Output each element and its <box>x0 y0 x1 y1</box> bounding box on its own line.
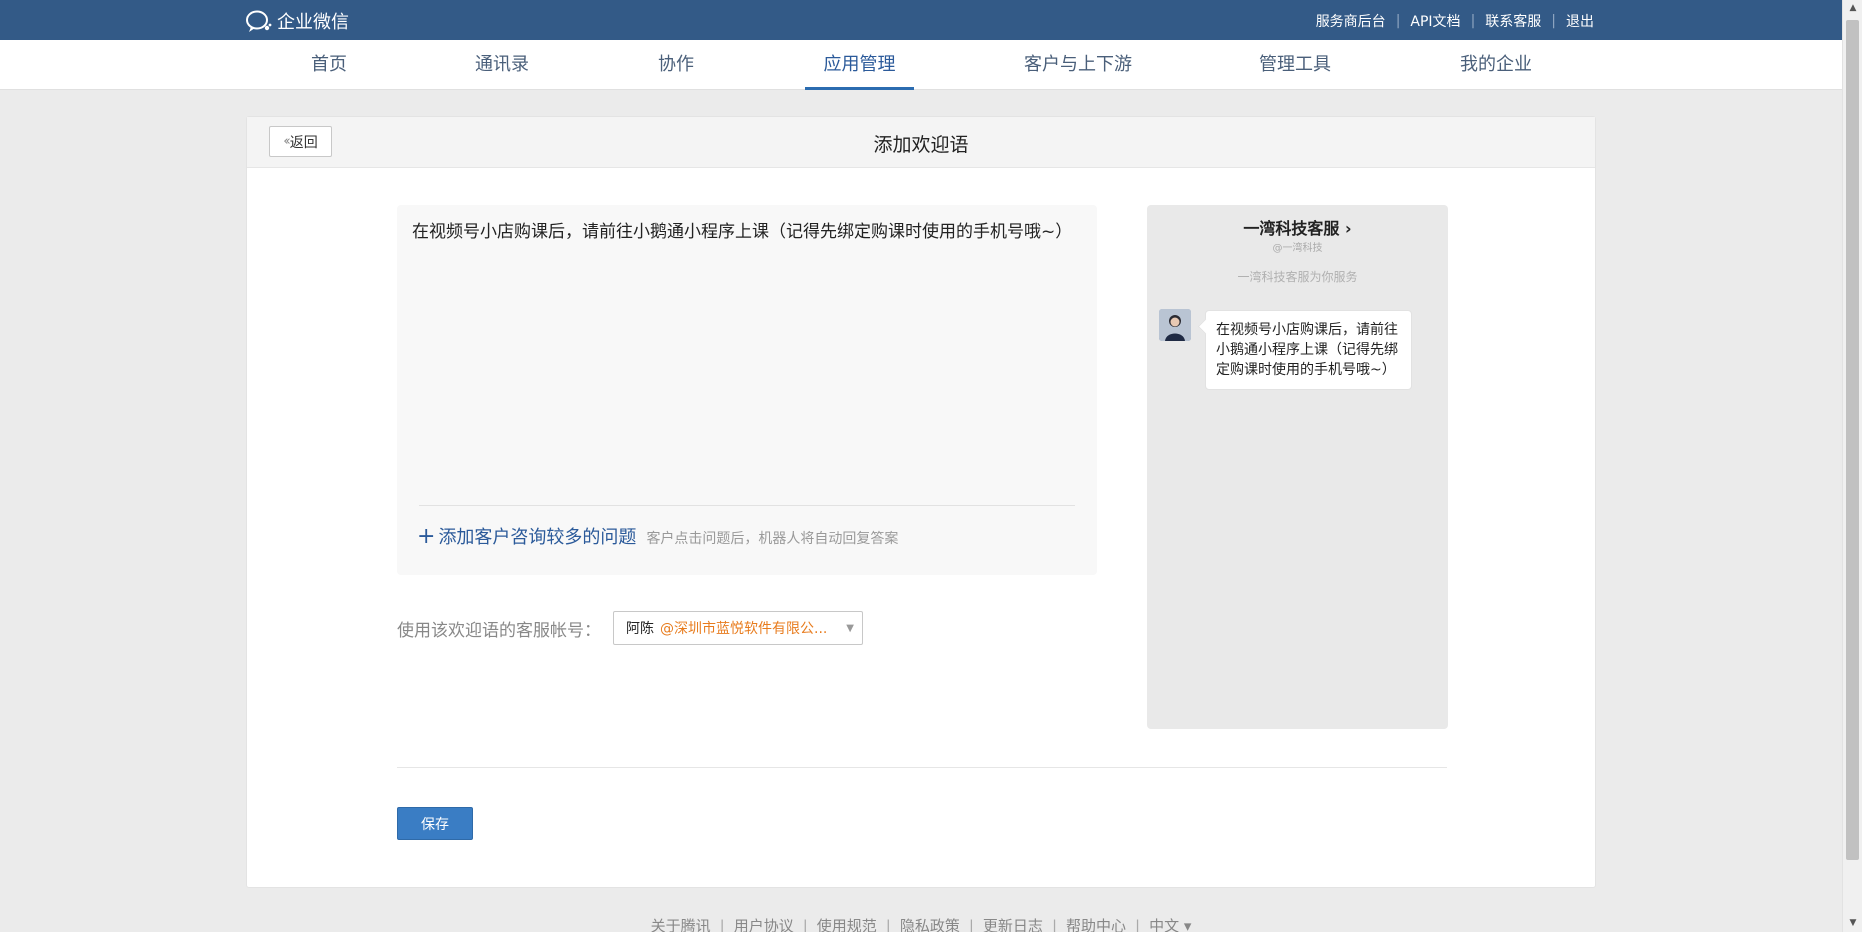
separator: | <box>1051 917 1057 932</box>
separator: | <box>1470 13 1476 29</box>
welcome-message-text[interactable]: 在视频号小店购课后，请前往小鹅通小程序上课（记得先绑定购课时使用的手机号哦~） <box>412 219 1072 245</box>
scroll-down-icon[interactable]: ▼ <box>1843 915 1862 932</box>
footer-link-changelog[interactable]: 更新日志 <box>983 917 1043 932</box>
card-header: ‹‹ 返回 添加欢迎语 <box>247 117 1595 168</box>
add-faq-hint: 客户点击问题后，机器人将自动回复答案 <box>646 531 899 547</box>
footer: 关于腾讯 | 用户协议 | 使用规范 | 隐私政策 | 更新日志 | 帮助中心 | 中文 ▾ <box>0 915 1842 932</box>
plus-icon: + <box>417 524 436 549</box>
service-account-select[interactable]: 阿陈 @深圳市蓝悦软件有限公... ▼ <box>613 611 863 645</box>
separator: | <box>885 917 891 932</box>
welcome-message-editor[interactable]: 在视频号小店购课后，请前往小鹅通小程序上课（记得先绑定购课时使用的手机号哦~） … <box>397 205 1097 575</box>
preview-desc: 一湾科技客服为你服务 <box>1237 270 1358 284</box>
nav-collaboration[interactable]: 协作 <box>646 40 706 90</box>
main-nav: 首页 通讯录 协作 应用管理 客户与上下游 管理工具 我的企业 <box>0 40 1842 90</box>
footer-link-usage-rules[interactable]: 使用规范 <box>817 917 877 932</box>
top-links: 服务商后台 | API文档 | 联系客服 | 退出 <box>1316 11 1594 31</box>
language-select[interactable]: 中文 ▾ <box>1149 917 1191 932</box>
logo[interactable]: 企业微信 <box>245 8 349 34</box>
footer-link-privacy[interactable]: 隐私政策 <box>900 917 960 932</box>
nav-app-management[interactable]: 应用管理 <box>805 40 914 90</box>
add-faq-row: + 添加客户咨询较多的问题 客户点击问题后，机器人将自动回复答案 <box>417 523 898 549</box>
wecom-logo-icon <box>246 10 272 32</box>
person-avatar-icon <box>1159 309 1191 341</box>
service-account-row: 使用该欢迎语的客服帐号： 阿陈 @深圳市蓝悦软件有限公... ▼ <box>397 611 863 645</box>
page-title: 添加欢迎语 <box>873 134 969 156</box>
api-docs-link[interactable]: API文档 <box>1410 11 1460 31</box>
nav-contacts[interactable]: 通讯录 <box>464 40 540 90</box>
footer-link-about[interactable]: 关于腾讯 <box>651 917 711 932</box>
service-account-label: 使用该欢迎语的客服帐号： <box>397 620 601 641</box>
footer-link-user-agreement[interactable]: 用户协议 <box>734 917 794 932</box>
separator: | <box>1395 13 1401 29</box>
separator: | <box>719 917 725 932</box>
caret-down-icon: ▼ <box>846 622 854 634</box>
separator: | <box>802 917 808 932</box>
divider <box>419 505 1075 506</box>
welcome-message-card: ‹‹ 返回 添加欢迎语 在视频号小店购课后，请前往小鹅通小程序上课（记得先绑定购… <box>246 116 1596 888</box>
add-faq-label: 添加客户咨询较多的问题 <box>438 527 637 548</box>
scroll-thumb[interactable] <box>1846 20 1859 860</box>
logout-link[interactable]: 退出 <box>1566 11 1594 31</box>
preview-corp: @一湾科技 <box>1272 243 1323 254</box>
account-org: @深圳市蓝悦软件有限公... <box>660 621 828 637</box>
top-bar: 企业微信 服务商后台 | API文档 | 联系客服 | 退出 <box>0 0 1842 40</box>
preview-service-name: 一湾科技客服 › <box>1243 219 1352 238</box>
separator: | <box>968 917 974 932</box>
account-name: 阿陈 <box>626 621 654 637</box>
nav-home[interactable]: 首页 <box>300 40 358 90</box>
logo-text: 企业微信 <box>277 12 349 33</box>
divider <box>397 767 1447 768</box>
nav-customers[interactable]: 客户与上下游 <box>1018 40 1138 90</box>
phone-preview: 一湾科技客服 › @一湾科技 一湾科技客服为你服务 在视频号小店购课后，请前往小… <box>1147 205 1448 729</box>
service-backend-link[interactable]: 服务商后台 <box>1316 11 1386 31</box>
footer-link-help[interactable]: 帮助中心 <box>1066 917 1126 932</box>
contact-support-link[interactable]: 联系客服 <box>1485 11 1541 31</box>
scroll-up-icon[interactable]: ▲ <box>1843 0 1862 17</box>
separator: | <box>1551 13 1556 29</box>
nav-my-enterprise[interactable]: 我的企业 <box>1450 40 1542 90</box>
save-button[interactable]: 保存 <box>397 807 473 840</box>
avatar <box>1159 309 1191 341</box>
add-faq-button[interactable]: + 添加客户咨询较多的问题 <box>417 523 636 549</box>
preview-message-bubble: 在视频号小店购课后，请前往小鹅通小程序上课（记得先绑定购课时使用的手机号哦~） <box>1205 310 1412 390</box>
nav-admin-tools[interactable]: 管理工具 <box>1250 40 1340 90</box>
vertical-scrollbar[interactable]: ▲ ▼ <box>1842 0 1862 932</box>
separator: | <box>1135 917 1141 932</box>
